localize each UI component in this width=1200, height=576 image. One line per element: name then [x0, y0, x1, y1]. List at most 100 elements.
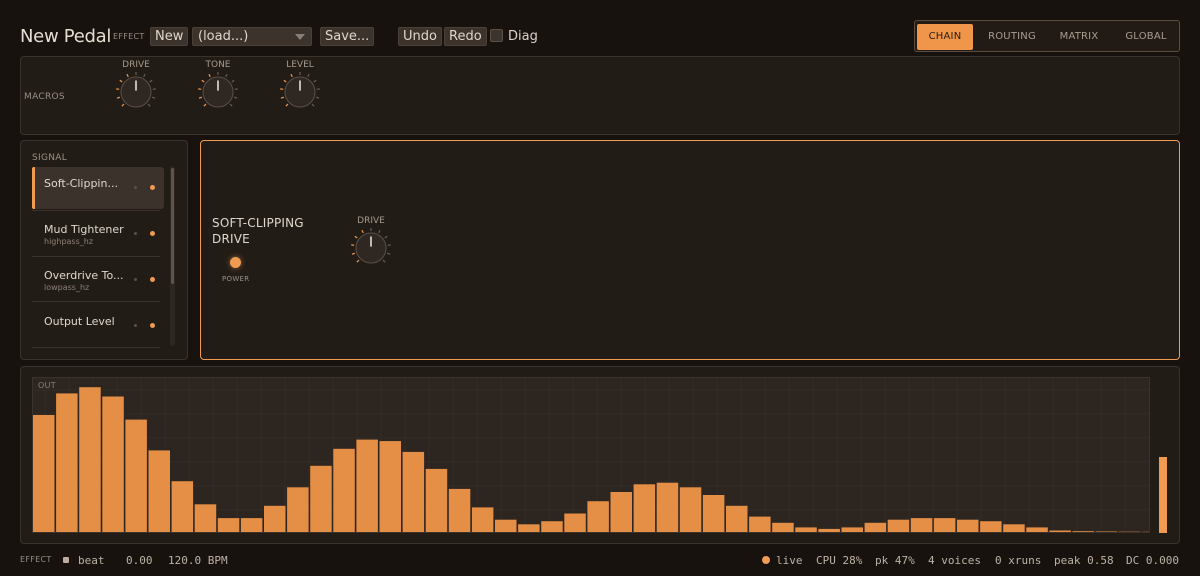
- knob-tick: [356, 259, 360, 263]
- spectrum-bar: [910, 518, 933, 532]
- effect-title-line1: SOFT-CLIPPING: [212, 216, 304, 230]
- spectrum-bar: [610, 492, 632, 532]
- chevron-down-icon: [295, 34, 305, 40]
- knob-tick: [225, 73, 228, 78]
- spectrum-bar: [495, 519, 517, 532]
- diag-label: Diag: [508, 29, 538, 44]
- effect-detail-panel: [200, 140, 1180, 360]
- signal-scrollbar[interactable]: [170, 166, 175, 346]
- divider: [32, 301, 160, 302]
- load-select[interactable]: (load...): [192, 27, 312, 46]
- power-label: POWER: [222, 275, 250, 283]
- spectrum-bar: [656, 482, 679, 532]
- spectrum-bar: [679, 487, 702, 532]
- knob-tick: [231, 79, 235, 83]
- knob-tick: [361, 229, 364, 234]
- spectrum-bar: [264, 505, 286, 532]
- macro-drive-knob[interactable]: [116, 72, 156, 112]
- spectrum-bar: [541, 521, 563, 532]
- spectrum-bar: [56, 393, 78, 532]
- power-dot[interactable]: [150, 185, 155, 190]
- undo-button[interactable]: Undo: [398, 27, 442, 46]
- knob-graphic: [198, 72, 238, 108]
- output-meter: [1157, 377, 1169, 533]
- spectrum-bar: [310, 465, 332, 532]
- out-label: OUT: [38, 381, 56, 390]
- beat-value: 0.00: [126, 554, 153, 567]
- redo-button[interactable]: Redo: [444, 27, 487, 46]
- knob-graphic: [351, 228, 391, 264]
- power-button[interactable]: [230, 257, 241, 268]
- knob-tick: [285, 103, 289, 107]
- spectrum-bar: [79, 387, 101, 532]
- effect-drive-knob[interactable]: [351, 228, 391, 268]
- knob-graphic: [280, 72, 320, 108]
- signal-label: SIGNAL: [32, 153, 68, 163]
- signal-item-output-level[interactable]: Output Level: [32, 305, 164, 347]
- save-button[interactable]: Save...: [320, 27, 375, 46]
- spectrum-bar: [148, 450, 170, 532]
- macro-level-knob[interactable]: [280, 72, 320, 112]
- knob-tick: [354, 235, 358, 239]
- status-dot: [134, 278, 137, 281]
- spectrum-bar: [749, 516, 771, 532]
- spectrum-bar: [448, 488, 471, 532]
- signal-item-name: Soft-Clippin...: [44, 177, 118, 190]
- spectrum-bar: [564, 513, 586, 532]
- new-button[interactable]: New: [150, 27, 189, 46]
- knob-tick: [198, 96, 203, 99]
- spectrum-bar: [33, 415, 55, 532]
- macro-tone-knob[interactable]: [198, 72, 238, 112]
- spectrum-bar: [194, 504, 217, 532]
- pk-readout: pk 47%: [875, 554, 915, 567]
- spectrum-bar: [1003, 524, 1025, 532]
- diag-checkbox[interactable]: [490, 29, 503, 42]
- knob-tick: [151, 96, 156, 99]
- tab-routing[interactable]: ROUTING: [981, 24, 1043, 50]
- knob-tick: [382, 259, 386, 263]
- knob-tick: [378, 229, 381, 234]
- knob-tick: [149, 79, 153, 83]
- spectrum-bar: [356, 439, 378, 532]
- spectrum-bar: [102, 396, 124, 532]
- spectrum-bar: [217, 518, 240, 532]
- knob-tick: [201, 79, 205, 83]
- xruns-readout: 0 xruns: [995, 554, 1042, 567]
- power-dot[interactable]: [150, 277, 155, 282]
- signal-item-mud-tightener[interactable]: Mud Tightener highpass_hz: [32, 213, 164, 255]
- spectrum-bar: [125, 419, 147, 532]
- scrollbar-thumb[interactable]: [171, 168, 174, 284]
- divider: [32, 256, 160, 257]
- knob-tick: [384, 235, 388, 239]
- tab-chain[interactable]: CHAIN: [917, 24, 973, 50]
- status-dot: [134, 232, 137, 235]
- knob-graphic: [116, 72, 156, 108]
- spectrum-chart: [33, 378, 1149, 532]
- spectrum-bar: [818, 528, 840, 532]
- tab-global[interactable]: GLOBAL: [1115, 24, 1177, 50]
- spectrum-bar: [379, 441, 401, 532]
- power-dot[interactable]: [150, 323, 155, 328]
- knob-tick: [143, 73, 146, 78]
- status-dot: [134, 324, 137, 327]
- status-dot: [134, 186, 137, 189]
- spectrum-bar: [171, 481, 194, 532]
- view-tabs: CHAIN ROUTING MATRIX GLOBAL: [914, 20, 1180, 52]
- spectrum-area: OUT: [32, 377, 1150, 533]
- spectrum-bar: [980, 521, 1002, 532]
- knob-tick: [351, 252, 356, 255]
- signal-item-overdrive-tone[interactable]: Overdrive To... lowpass_hz: [32, 259, 164, 301]
- knob-tick: [119, 79, 123, 83]
- knob-tick: [147, 103, 151, 107]
- signal-item-soft-clipping[interactable]: Soft-Clippin...: [32, 167, 164, 209]
- knob-tick: [315, 96, 320, 99]
- power-dot[interactable]: [150, 231, 155, 236]
- knob-tick: [126, 73, 129, 78]
- load-select-value: (load...): [198, 29, 249, 44]
- page-title: New Pedal: [20, 26, 112, 47]
- knob-tick: [311, 103, 315, 107]
- macro-tone-label: TONE: [205, 60, 231, 70]
- spectrum-bar: [702, 495, 725, 532]
- divider: [32, 210, 160, 211]
- tab-matrix[interactable]: MATRIX: [1051, 24, 1107, 50]
